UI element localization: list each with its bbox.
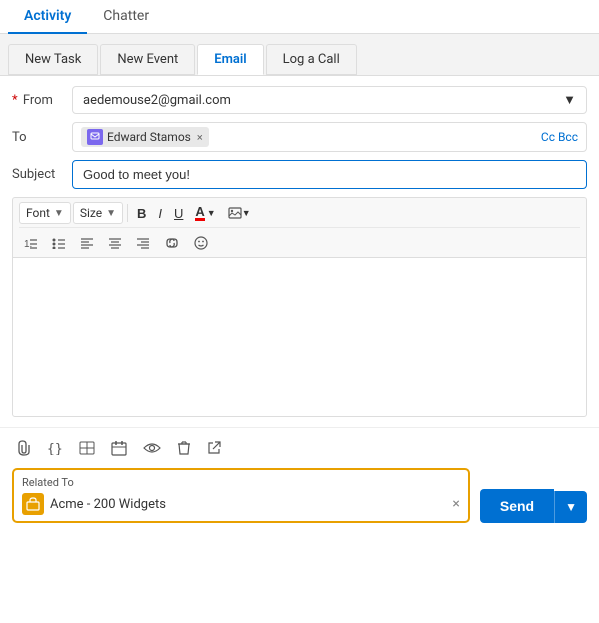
font-color-button[interactable]: A ▼ <box>190 202 220 224</box>
size-select[interactable]: Size ▼ <box>73 202 123 224</box>
emoticon-icon <box>194 236 208 250</box>
account-icon <box>26 497 40 511</box>
link-button[interactable] <box>159 234 185 252</box>
related-to-clear-btn[interactable]: × <box>452 496 459 512</box>
ordered-list-icon: 1. <box>24 237 38 249</box>
align-center-button[interactable] <box>103 234 127 252</box>
unordered-list-icon <box>52 237 66 249</box>
tab-new-event[interactable]: New Event <box>100 44 195 75</box>
template-button[interactable]: {} <box>42 437 68 459</box>
required-indicator: * <box>12 93 21 108</box>
image-button[interactable]: ▼ <box>223 204 256 222</box>
related-to-label: Related To <box>22 476 460 489</box>
external-link-button[interactable] <box>202 437 226 459</box>
to-row: To Edward Stamos × Cc Bcc <box>12 122 587 152</box>
related-to-container: Related To Acme - 200 Widgets × <box>12 468 470 523</box>
external-link-icon <box>207 441 221 455</box>
paperclip-icon <box>17 440 31 456</box>
image-btn-arrow: ▼ <box>242 208 251 218</box>
to-label: To <box>12 130 72 145</box>
tab-chatter[interactable]: Chatter <box>87 0 165 34</box>
from-row: * From aedemouse2@gmail.com ▼ <box>12 86 587 114</box>
related-to-value: Acme - 200 Widgets <box>50 497 444 512</box>
send-button[interactable]: Send <box>480 489 554 523</box>
italic-button[interactable]: I <box>153 203 167 224</box>
unordered-list-button[interactable] <box>47 234 71 252</box>
align-right-icon <box>136 237 150 249</box>
top-tabs: Activity Chatter <box>0 0 599 34</box>
align-right-button[interactable] <box>131 234 155 252</box>
tab-email[interactable]: Email <box>197 44 263 75</box>
from-label: * From <box>12 93 72 108</box>
send-dropdown-arrow-icon: ▼ <box>565 500 577 514</box>
emoticon-button[interactable] <box>189 233 213 253</box>
recipient-icon <box>87 129 103 145</box>
align-left-icon <box>80 237 94 249</box>
sub-tabs: New Task New Event Email Log a Call <box>0 34 599 76</box>
tab-new-task[interactable]: New Task <box>8 44 98 75</box>
bold-button[interactable]: B <box>132 203 151 224</box>
merge-fields-button[interactable] <box>74 437 100 459</box>
font-color-dropdown-arrow: ▼ <box>207 208 216 218</box>
font-select[interactable]: Font ▼ <box>19 202 71 224</box>
underline-button[interactable]: U <box>169 203 188 224</box>
from-dropdown[interactable]: aedemouse2@gmail.com ▼ <box>72 86 587 114</box>
link-icon <box>164 237 180 249</box>
size-select-label: Size <box>80 206 102 220</box>
editor-toolbar: Font ▼ Size ▼ B I U A ▼ <box>12 197 587 257</box>
recipient-remove-btn[interactable]: × <box>197 131 203 144</box>
trash-icon <box>177 440 191 456</box>
bottom-actions: {} <box>0 427 599 468</box>
email-form: * From aedemouse2@gmail.com ▼ To Edward … <box>0 76 599 427</box>
send-dropdown-button[interactable]: ▼ <box>554 491 587 523</box>
preview-button[interactable] <box>138 438 166 458</box>
send-button-group: Send ▼ <box>480 489 587 523</box>
brackets-icon: {} <box>47 441 63 455</box>
to-field[interactable]: Edward Stamos × Cc Bcc <box>72 122 587 152</box>
toolbar-row-1: Font ▼ Size ▼ B I U A ▼ <box>19 202 580 228</box>
tab-log-call[interactable]: Log a Call <box>266 44 357 75</box>
font-select-arrow: ▼ <box>54 208 64 219</box>
cc-bcc-link[interactable]: Cc Bcc <box>533 130 578 144</box>
calendar-icon <box>111 440 127 456</box>
toolbar-sep-1 <box>127 204 128 222</box>
related-to-icon <box>22 493 44 515</box>
recipient-name: Edward Stamos <box>107 130 191 144</box>
related-to-wrapper: Related To Acme - 200 Widgets × <box>12 468 470 523</box>
calendar-button[interactable] <box>106 436 132 460</box>
attach-file-button[interactable] <box>12 436 36 460</box>
recipient-tag: Edward Stamos × <box>81 127 209 147</box>
from-field: aedemouse2@gmail.com ▼ <box>72 86 587 114</box>
eye-icon <box>143 442 161 454</box>
subject-row: Subject <box>12 160 587 189</box>
dropdown-arrow-icon: ▼ <box>563 92 576 108</box>
tab-activity[interactable]: Activity <box>8 0 87 34</box>
subject-input[interactable] <box>72 160 587 189</box>
align-left-button[interactable] <box>75 234 99 252</box>
image-icon <box>228 207 242 219</box>
font-select-label: Font <box>26 206 50 220</box>
font-color-label: A <box>195 205 204 221</box>
from-value: aedemouse2@gmail.com <box>83 93 231 108</box>
subject-label: Subject <box>12 167 72 182</box>
merge-icon <box>79 441 95 455</box>
size-select-arrow: ▼ <box>106 208 116 219</box>
related-to-input-row: Acme - 200 Widgets × <box>22 493 460 515</box>
editor-body[interactable] <box>12 257 587 417</box>
align-center-icon <box>108 237 122 249</box>
svg-text:{}: {} <box>47 442 63 455</box>
toolbar-row-2: 1. <box>19 230 213 253</box>
ordered-list-button[interactable]: 1. <box>19 234 43 252</box>
delete-button[interactable] <box>172 436 196 460</box>
bottom-row: Related To Acme - 200 Widgets × Send ▼ <box>0 468 599 535</box>
